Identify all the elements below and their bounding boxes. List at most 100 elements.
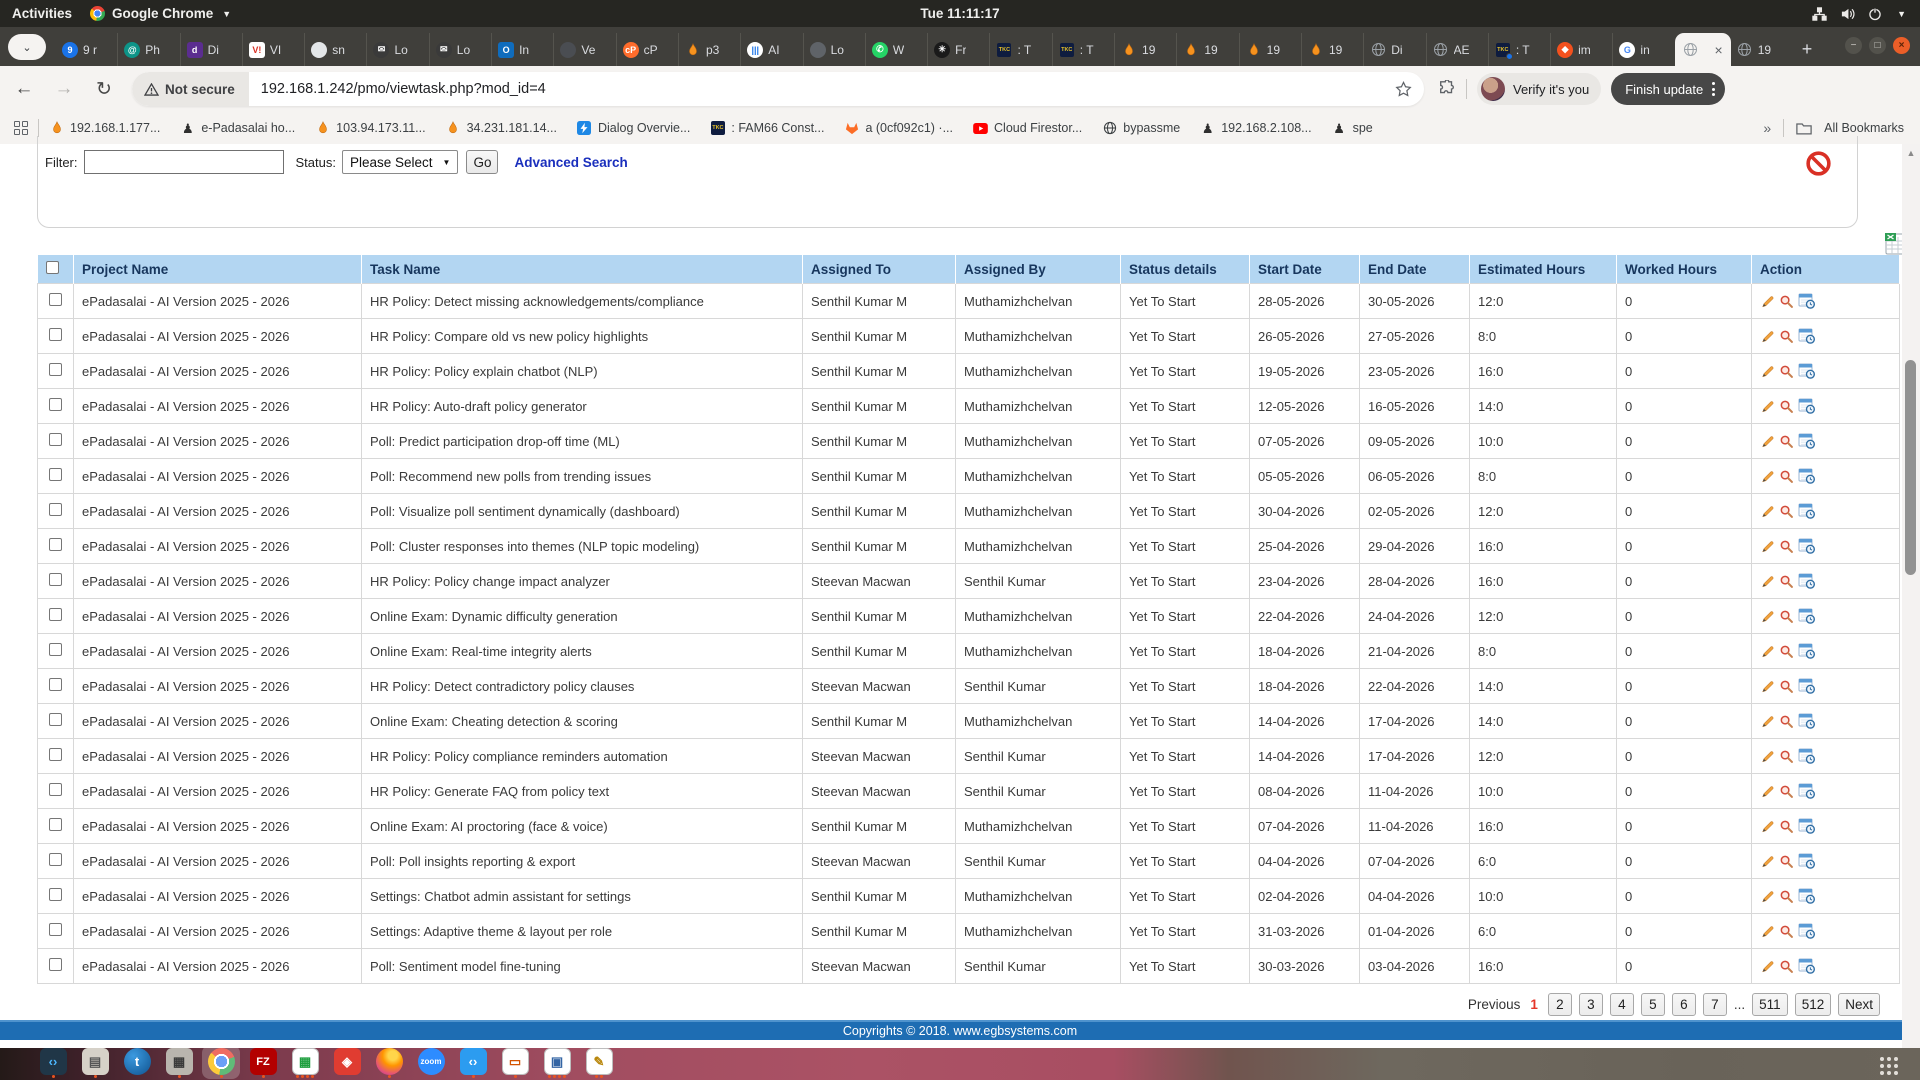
browser-tab[interactable]: Gin: [1612, 33, 1674, 66]
dock-app-thunderbird[interactable]: t: [122, 1048, 152, 1079]
row-checkbox[interactable]: [49, 783, 62, 796]
timesheet-icon[interactable]: [1798, 643, 1816, 660]
bookmark-star-icon[interactable]: [1395, 80, 1412, 98]
timesheet-icon[interactable]: [1798, 608, 1816, 625]
view-icon[interactable]: [1779, 679, 1794, 694]
dock-app-firefox[interactable]: [374, 1048, 404, 1079]
previous-page-link[interactable]: Previous: [1468, 997, 1521, 1012]
row-checkbox[interactable]: [49, 713, 62, 726]
dock-app-calculator[interactable]: ▦: [164, 1048, 194, 1079]
filter-input[interactable]: [83, 150, 284, 174]
security-chip[interactable]: Not secure: [132, 72, 249, 106]
bookmark-item[interactable]: ♟ e-Padasalai ho...: [180, 121, 295, 136]
browser-tab[interactable]: TKC: T: [1051, 33, 1114, 66]
timesheet-icon[interactable]: [1798, 853, 1816, 870]
view-icon[interactable]: [1779, 434, 1794, 449]
edit-icon[interactable]: [1760, 574, 1775, 589]
page-button[interactable]: 512: [1794, 993, 1832, 1016]
row-checkbox[interactable]: [49, 748, 62, 761]
column-header[interactable]: Estimated Hours: [1469, 255, 1617, 284]
page-button[interactable]: 4: [1609, 993, 1634, 1016]
dock-app-libreoffice-calc[interactable]: ▦: [290, 1048, 320, 1079]
row-checkbox[interactable]: [49, 818, 62, 831]
edit-icon[interactable]: [1760, 644, 1775, 659]
finish-update-button[interactable]: Finish update: [1611, 73, 1726, 105]
browser-tab[interactable]: sn: [304, 33, 366, 66]
page-button[interactable]: 2: [1547, 993, 1572, 1016]
scrollbar-thumb[interactable]: [1905, 360, 1916, 575]
timesheet-icon[interactable]: [1798, 958, 1816, 975]
page-scrollbar[interactable]: ▲: [1902, 144, 1920, 1048]
edit-icon[interactable]: [1760, 399, 1775, 414]
view-icon[interactable]: [1779, 294, 1794, 309]
active-tab[interactable]: ×: [1674, 33, 1731, 66]
edit-icon[interactable]: [1760, 294, 1775, 309]
edit-icon[interactable]: [1760, 434, 1775, 449]
view-icon[interactable]: [1779, 749, 1794, 764]
edit-icon[interactable]: [1760, 854, 1775, 869]
browser-tab[interactable]: TKC: T: [989, 33, 1051, 66]
bookmark-item[interactable]: 34.231.181.14...: [446, 121, 557, 136]
timesheet-icon[interactable]: [1798, 538, 1816, 555]
view-icon[interactable]: [1779, 504, 1794, 519]
browser-tab[interactable]: 19: [1300, 33, 1363, 66]
browser-tab[interactable]: p3: [677, 33, 740, 66]
back-button[interactable]: ←: [8, 73, 40, 105]
minimize-button[interactable]: −: [1845, 37, 1862, 54]
edit-icon[interactable]: [1760, 609, 1775, 624]
edit-icon[interactable]: [1760, 784, 1775, 799]
tab-search-button[interactable]: ⌄: [8, 34, 46, 60]
close-window-button[interactable]: ×: [1893, 37, 1910, 54]
row-checkbox[interactable]: [49, 398, 62, 411]
go-button[interactable]: Go: [466, 150, 499, 174]
profile-chip[interactable]: Verify it's you: [1477, 73, 1602, 105]
view-icon[interactable]: [1779, 924, 1794, 939]
row-checkbox[interactable]: [49, 643, 62, 656]
new-tab-button[interactable]: +: [1794, 36, 1820, 62]
edit-icon[interactable]: [1760, 329, 1775, 344]
bookmark-item[interactable]: Cloud Firestor...: [973, 121, 1082, 136]
page-button[interactable]: 7: [1702, 993, 1727, 1016]
bookmark-item[interactable]: 103.94.173.11...: [315, 121, 426, 136]
extensions-icon[interactable]: [1438, 80, 1456, 98]
view-icon[interactable]: [1779, 539, 1794, 554]
dock-app-remmina[interactable]: ◈: [332, 1048, 362, 1079]
select-all-checkbox[interactable]: [45, 261, 59, 274]
timesheet-icon[interactable]: [1798, 678, 1816, 695]
timesheet-icon[interactable]: [1798, 503, 1816, 520]
show-applications-button[interactable]: [1880, 1057, 1898, 1075]
browser-tab[interactable]: 19: [1176, 33, 1238, 66]
browser-tab[interactable]: ✉ Lo: [366, 33, 428, 66]
browser-tab[interactable]: cP cP: [615, 33, 678, 66]
column-header[interactable]: Assigned By: [955, 255, 1121, 284]
timesheet-icon[interactable]: [1798, 783, 1816, 800]
edit-icon[interactable]: [1760, 469, 1775, 484]
timesheet-icon[interactable]: [1798, 818, 1816, 835]
dock-app-libreoffice-impress[interactable]: ▭: [500, 1048, 530, 1079]
column-header[interactable]: Task Name: [361, 255, 803, 284]
row-checkbox[interactable]: [49, 573, 62, 586]
system-status-area[interactable]: ▼: [1812, 0, 1906, 27]
browser-tab[interactable]: 9 9 r: [56, 33, 117, 66]
dock-app-zoom[interactable]: zoom: [416, 1048, 446, 1079]
row-checkbox[interactable]: [49, 468, 62, 481]
status-select[interactable]: Please Select ▼: [341, 150, 459, 174]
dock-app-archive-manager[interactable]: ▤: [80, 1048, 110, 1079]
edit-icon[interactable]: [1760, 539, 1775, 554]
edit-icon[interactable]: [1760, 714, 1775, 729]
focused-app-menu[interactable]: Google Chrome ▼: [90, 6, 231, 21]
column-header[interactable]: Worked Hours: [1616, 255, 1752, 284]
column-header[interactable]: Status details: [1120, 255, 1250, 284]
row-checkbox[interactable]: [49, 958, 62, 971]
column-header[interactable]: End Date: [1359, 255, 1470, 284]
advanced-search-link[interactable]: Advanced Search: [514, 155, 627, 170]
view-icon[interactable]: [1779, 574, 1794, 589]
row-checkbox[interactable]: [49, 538, 62, 551]
browser-tab[interactable]: ◆ im: [1550, 33, 1612, 66]
bookmark-item[interactable]: a (0cf092c1) ·...: [844, 121, 953, 136]
edit-icon[interactable]: [1760, 889, 1775, 904]
edit-icon[interactable]: [1760, 924, 1775, 939]
browser-tab[interactable]: AE: [1425, 33, 1488, 66]
menu-kebab-icon[interactable]: [1712, 82, 1716, 96]
timesheet-icon[interactable]: [1798, 468, 1816, 485]
